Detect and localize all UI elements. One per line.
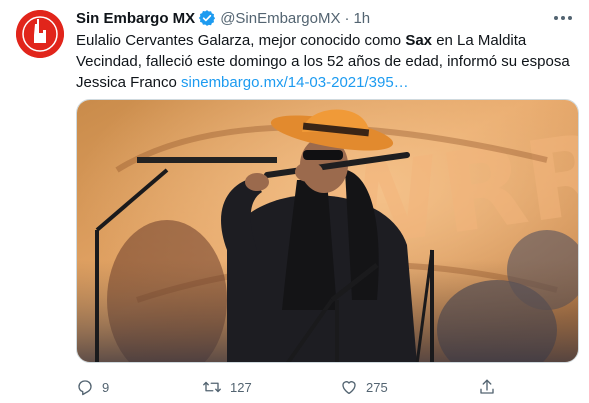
- sin-embargo-logo-icon: [16, 10, 64, 58]
- like-button[interactable]: 275: [340, 374, 388, 400]
- share-button[interactable]: [478, 374, 496, 400]
- tweet-text-bold: Sax: [405, 32, 433, 49]
- retweet-count: 127: [230, 379, 252, 395]
- more-dots-icon: [554, 16, 572, 20]
- tweet-photo[interactable]: WRRD: [76, 99, 579, 363]
- tweet[interactable]: Sin Embargo MX @SinEmbargoMX · 1h Eulali…: [0, 0, 589, 403]
- avatar[interactable]: [16, 10, 64, 58]
- verified-badge-icon: [198, 9, 216, 27]
- share-icon: [480, 379, 494, 394]
- tweet-text-intro: Eulalio Cervantes Galarza, mejor conocid…: [76, 32, 406, 49]
- musician-photo: WRRD: [77, 100, 578, 362]
- tweet-header: Sin Embargo MX @SinEmbargoMX · 1h: [76, 8, 370, 28]
- reply-button[interactable]: 9: [76, 374, 109, 400]
- reply-count: 9: [102, 379, 110, 395]
- display-name[interactable]: Sin Embargo MX: [76, 10, 195, 27]
- separator-dot: ·: [344, 9, 350, 27]
- more-options-button[interactable]: [551, 8, 575, 28]
- heart-icon: [342, 381, 356, 395]
- tweet-text: Eulalio Cervantes Galarza, mejor conocid…: [76, 30, 576, 93]
- retweet-button[interactable]: 127: [202, 374, 252, 400]
- tweet-link[interactable]: sinembargo.mx/14-03-2021/395…: [181, 74, 409, 91]
- timestamp[interactable]: 1h: [353, 10, 370, 27]
- tweet-actions: 9 127 275: [68, 374, 508, 400]
- retweet-icon: [203, 381, 221, 393]
- like-count: 275: [366, 379, 388, 395]
- reply-icon: [78, 380, 92, 396]
- user-handle[interactable]: @SinEmbargoMX: [220, 10, 340, 27]
